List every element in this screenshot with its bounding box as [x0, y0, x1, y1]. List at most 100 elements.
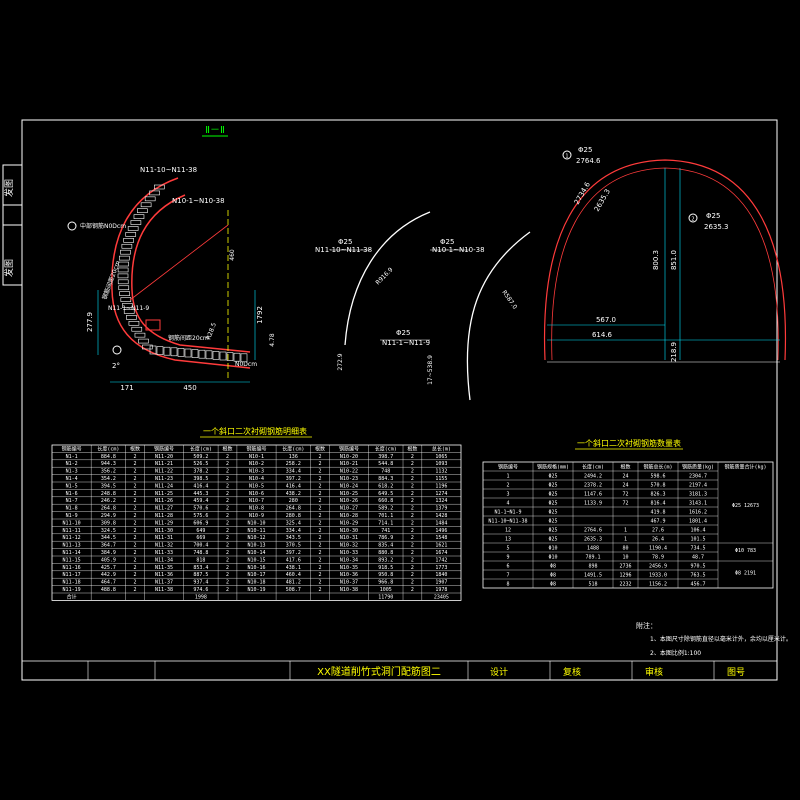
table-cell: 2 — [134, 506, 137, 512]
hatch-block — [156, 346, 164, 355]
table-cell: 2 — [411, 550, 414, 556]
dim-label: 218.9 — [670, 342, 678, 362]
table-cell: N10-8 — [249, 506, 264, 512]
callout-circle — [67, 221, 77, 231]
table-cell: 1 — [624, 528, 627, 534]
table-cell: 2 — [411, 535, 414, 541]
hatch-block — [198, 349, 206, 359]
table-cell: N11-25 — [155, 491, 173, 497]
table-cell: 456.7 — [690, 582, 705, 588]
table-cell: 343.5 — [286, 535, 301, 541]
table-cell: N10-30 — [340, 528, 358, 534]
table-cell: 2 — [134, 491, 137, 497]
table-cell: Φ25 — [548, 528, 557, 534]
table-cell: 2 — [318, 580, 321, 586]
table-header-cell: 根数 — [223, 445, 233, 452]
table-cell: N10-23 — [340, 476, 358, 482]
note-line: 1、本图尺寸除钢筋直径以毫米计外，余均以厘米计。 — [650, 635, 792, 643]
dim-label: 2635.3 — [593, 188, 612, 213]
hatch-block — [131, 326, 143, 332]
table-cell: N1-3 — [66, 469, 78, 475]
dim-label: 460 — [229, 249, 236, 261]
table-cell: 397.2 — [286, 476, 301, 482]
table-cell: N10-11 — [247, 528, 265, 534]
table-cell: 325.4 — [286, 520, 301, 526]
table-cell: 384.9 — [101, 550, 116, 556]
table-cell: 425.7 — [101, 565, 116, 571]
table-cell: 748 — [381, 469, 390, 475]
table-cell: N11-33 — [155, 550, 173, 556]
table-cell: 464.7 — [101, 580, 116, 586]
table-cell: 24 — [622, 483, 628, 489]
dim-label: 2° — [112, 362, 120, 370]
table-cell: 2 — [411, 498, 414, 504]
table-cell: 101.5 — [690, 537, 705, 543]
hatch-block — [212, 351, 220, 360]
hatch-block — [137, 208, 148, 214]
table-cell: N11-36 — [155, 572, 173, 578]
table-cell: 2 — [134, 483, 137, 489]
hatch-block — [126, 315, 137, 320]
table-cell: 2 — [411, 483, 414, 489]
table-cell: N10-20 — [340, 454, 358, 460]
table-cell: 1005 — [380, 587, 392, 593]
table-cell: 280 — [289, 498, 298, 504]
table-cell: Φ8 — [550, 564, 556, 570]
title-block: XX隧道削竹式洞门配筋图二 设计 复核 审核 图号 — [22, 660, 777, 680]
rebar-quantity-table: 一个斜口二次衬砌钢筋数量表钢筋编号 钢筋规格(mm) 长度(cm) 根数 钢筋总长(m)… — [482, 438, 774, 589]
table-cell: 2 — [226, 580, 229, 586]
rebar-spec-label: Φ25 — [396, 329, 410, 337]
table-cell: 1296 — [619, 573, 631, 579]
hatch-block — [138, 338, 149, 344]
table-cell: 1155 — [435, 476, 447, 482]
table-cell: N1-1~N1-9 — [494, 510, 521, 516]
table-cell: 2 — [411, 580, 414, 586]
table-cell: 106.4 — [690, 528, 705, 534]
table-cell: Φ10 — [548, 555, 557, 561]
table-cell: Φ25 — [548, 492, 557, 498]
table-cell: N11-17 — [63, 572, 81, 578]
table-cell: 280.8 — [286, 513, 301, 519]
table-cell: 26.4 — [652, 537, 664, 543]
table-cell: 700.4 — [193, 543, 208, 549]
hatch-block — [144, 196, 156, 202]
hatch-block — [133, 214, 145, 219]
table-cell: 2 — [318, 557, 321, 563]
hatch-block — [117, 267, 129, 273]
section-title: Ⅱ－Ⅱ — [205, 125, 225, 136]
table-cell: N10-3 — [249, 469, 264, 475]
table-cell: 13 — [505, 537, 511, 543]
dim-label: 272.9 — [337, 353, 344, 370]
hatch-block — [184, 348, 192, 358]
table-cell: Φ8 — [550, 573, 556, 579]
dim-label: 277.9 — [86, 312, 94, 332]
table-cell: 2 — [411, 520, 414, 526]
dim-label: 851.0 — [670, 250, 678, 270]
table-cell: 2 — [226, 557, 229, 563]
table-cell: N11-31 — [155, 535, 173, 541]
table-cell: 2 — [134, 543, 137, 549]
table-cell: 518 — [588, 582, 597, 588]
table-cell: 2 — [134, 461, 137, 467]
table-cell: 2197.4 — [689, 483, 707, 489]
table-header-cell: 钢筋总长(m) — [643, 464, 672, 471]
table-cell: 356.2 — [101, 469, 116, 475]
rebar-spec-label: Φ25 — [578, 146, 592, 154]
table-header-cell: 钢筋编号 — [339, 445, 359, 452]
rebar-label: N11-1~N11-9 — [382, 339, 430, 347]
table-header-cell: 根数 — [620, 464, 630, 471]
table-cell: N11-14 — [63, 550, 81, 556]
dim-label: 4.78 — [269, 333, 276, 347]
table-cell: 918.5 — [378, 565, 393, 571]
table-cell: 1840 — [435, 572, 447, 578]
table-total-cell: 11790 — [378, 594, 393, 600]
table-cell: 5 — [506, 546, 509, 552]
table-cell: 884.3 — [378, 476, 393, 482]
table-subtotal-cell: Φ8 2191 — [735, 571, 756, 577]
table-cell: 649.5 — [378, 491, 393, 497]
table-cell: 344.5 — [101, 535, 116, 541]
hatch-block — [191, 349, 199, 358]
table-cell: N10-22 — [340, 469, 358, 475]
rebar-label: 2635.3 — [704, 223, 729, 231]
table-cell: 12 — [505, 528, 511, 534]
